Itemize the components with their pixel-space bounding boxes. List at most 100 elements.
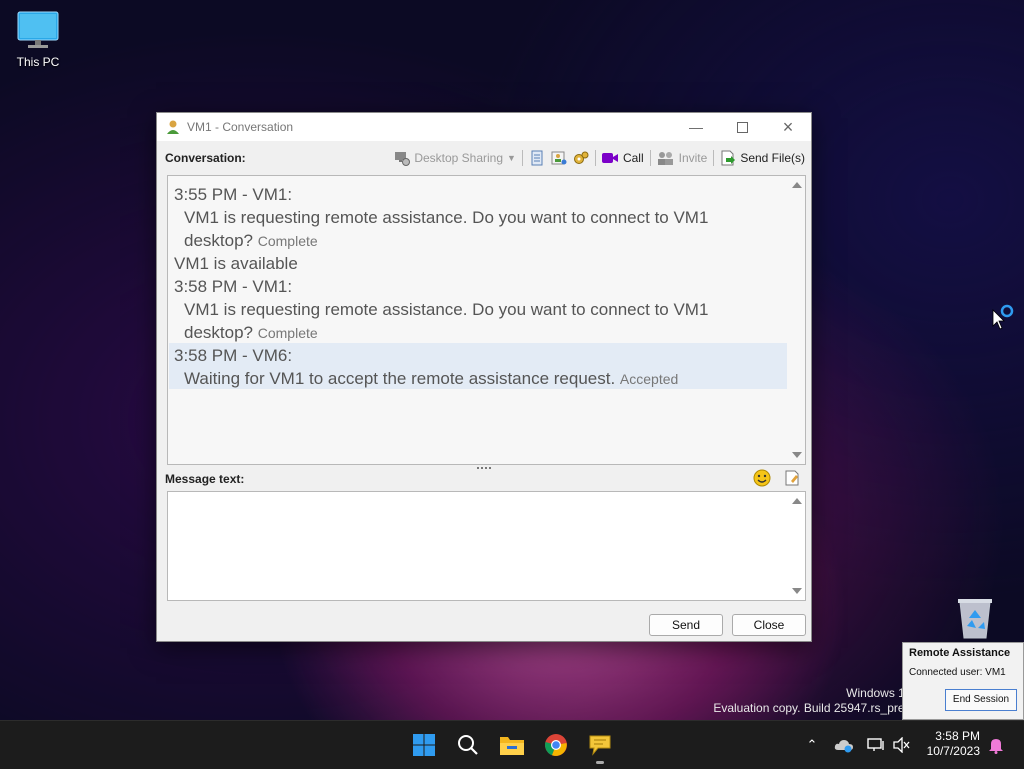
search-icon: [458, 735, 478, 755]
minimize-icon: —: [689, 119, 703, 135]
system-message: VM1 is available: [174, 252, 298, 275]
message-text: desktop?: [184, 231, 253, 250]
dropdown-arrow-icon: ▼: [507, 153, 516, 163]
taskbar: ⌃ 3:58 PM 10/7/2023: [0, 720, 1024, 769]
send-files-label: Send File(s): [740, 151, 805, 165]
message-text: Waiting for VM1 to accept the remote ass…: [184, 369, 616, 388]
network-button[interactable]: [866, 735, 886, 755]
scroll-down-icon[interactable]: [792, 588, 802, 594]
windows-logo-icon: [413, 734, 435, 756]
clock-time: 3:58 PM: [935, 729, 980, 743]
window-title: VM1 - Conversation: [187, 120, 294, 134]
chrome-icon: [545, 734, 567, 756]
invite-users-icon: [657, 152, 673, 165]
network-icon: [867, 738, 884, 751]
close-window-button[interactable]: ×: [765, 113, 811, 141]
message-text: VM1 is requesting remote assistance. Do …: [184, 300, 709, 319]
system-message-text: VM1 is available: [174, 254, 298, 273]
message-item: 3:58 PM - VM1: VM1 is requesting remote …: [174, 275, 708, 345]
pane-splitter[interactable]: [477, 467, 491, 473]
monitor-icon: [17, 11, 59, 48]
active-app-indicator: [596, 761, 604, 764]
desktop-sharing-button[interactable]: Desktop Sharing ▼: [394, 150, 516, 166]
scroll-down-icon[interactable]: [792, 452, 802, 458]
start-button[interactable]: [410, 731, 438, 759]
call-button[interactable]: Call: [601, 151, 644, 165]
toolbar-separator: [594, 150, 596, 166]
folder-icon: [500, 737, 524, 755]
message-header: 3:58 PM - VM1:: [174, 277, 293, 296]
whiteboard-button[interactable]: [529, 150, 545, 166]
recycle-bin-icon[interactable]: [954, 596, 996, 640]
toolbar-separator: [521, 150, 523, 166]
search-button[interactable]: [454, 731, 482, 759]
speaker-muted-icon: [893, 737, 910, 753]
bell-icon: [989, 739, 1003, 754]
show-hidden-icons-button[interactable]: ⌃: [802, 735, 822, 755]
message-input[interactable]: [167, 491, 806, 601]
end-session-button[interactable]: End Session: [945, 689, 1017, 711]
conversation-label: Conversation:: [165, 151, 246, 165]
invite-button[interactable]: Invite: [657, 150, 708, 166]
connected-user-text: Connected user: VM1: [909, 667, 1006, 678]
desktop-icon-this-pc[interactable]: This PC: [6, 10, 70, 69]
message-scrollbar[interactable]: [788, 492, 805, 600]
message-item: 3:58 PM - VM6: Waiting for VM1 to accept…: [174, 344, 678, 391]
desktop-sharing-icon: [395, 152, 411, 166]
message-status: Complete: [257, 233, 318, 249]
toolbar-separator: [713, 150, 715, 166]
scroll-up-icon[interactable]: [792, 498, 802, 504]
desktop-icon-label: This PC: [16, 55, 60, 69]
desktop-sharing-label: Desktop Sharing: [414, 151, 504, 165]
notebook-icon: [531, 150, 543, 166]
close-icon: ×: [782, 116, 794, 137]
message-header: 3:55 PM - VM1:: [174, 185, 293, 204]
conversation-history[interactable]: 3:55 PM - VM1: VM1 is requesting remote …: [167, 175, 806, 465]
onedrive-button[interactable]: [834, 735, 854, 755]
conversation-window: VM1 - Conversation — × Conversation: Des…: [156, 112, 812, 642]
gear-icon: [573, 151, 589, 164]
send-files-button[interactable]: Send File(s): [720, 150, 805, 166]
contact-info-button[interactable]: [551, 150, 567, 166]
toolbar-separator: [649, 150, 651, 166]
conversation-scrollbar[interactable]: [788, 176, 805, 464]
clock[interactable]: 3:58 PM 10/7/2023: [927, 729, 980, 759]
notifications-button[interactable]: [986, 735, 1006, 755]
maximize-button[interactable]: [719, 113, 765, 141]
message-text: desktop?: [184, 323, 253, 342]
toolbar: Desktop Sharing ▼ Call Invite Send File(…: [388, 147, 805, 169]
invite-label: Invite: [678, 151, 708, 165]
scroll-up-icon[interactable]: [792, 182, 802, 188]
cloud-icon: [834, 740, 853, 753]
send-file-icon: [721, 150, 736, 166]
message-text: VM1 is requesting remote assistance. Do …: [184, 208, 709, 227]
call-label: Call: [622, 151, 644, 165]
format-text-icon[interactable]: [783, 469, 801, 487]
message-text-label: Message text:: [165, 472, 245, 486]
busy-cursor-icon: [992, 304, 1014, 330]
message-item: 3:55 PM - VM1: VM1 is requesting remote …: [174, 183, 708, 253]
file-explorer-button[interactable]: [498, 731, 526, 759]
user-icon: [167, 120, 179, 134]
remote-assistance-panel: Remote Assistance Connected user: VM1 En…: [902, 642, 1024, 720]
settings-button[interactable]: [573, 150, 589, 166]
message-status: Accepted: [619, 371, 679, 387]
send-button[interactable]: Send: [649, 614, 723, 636]
chat-bubble-icon: [589, 735, 611, 756]
message-status: Complete: [257, 325, 318, 341]
clock-date: 10/7/2023: [926, 744, 980, 758]
title-bar[interactable]: VM1 - Conversation — ×: [157, 113, 811, 141]
message-header: 3:58 PM - VM6:: [174, 346, 293, 365]
chevron-up-icon: ⌃: [806, 737, 818, 752]
close-button[interactable]: Close: [732, 614, 806, 636]
minimize-button[interactable]: —: [673, 113, 719, 141]
chrome-button[interactable]: [542, 731, 570, 759]
video-camera-icon: [601, 153, 618, 163]
emoticon-icon[interactable]: [753, 469, 771, 487]
maximize-icon: [736, 121, 748, 133]
volume-button[interactable]: [892, 735, 912, 755]
remote-assistance-title: Remote Assistance: [909, 647, 1011, 659]
conversation-header: Conversation: Desktop Sharing ▼ Call Inv…: [165, 147, 805, 169]
remote-assistance-app-button[interactable]: [586, 731, 614, 759]
contact-card-icon: [551, 151, 567, 165]
